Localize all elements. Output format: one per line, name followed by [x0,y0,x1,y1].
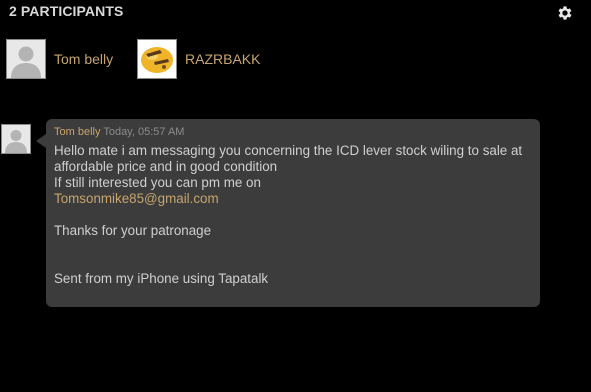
participant-name[interactable]: Tom belly [54,51,113,67]
message-line: Hello mate i am messaging you concerning… [54,143,523,158]
message-line: affordable price and in good condition [54,159,278,174]
user-avatar[interactable] [6,39,46,79]
message-bubble-tail [36,134,46,148]
message-timestamp: Today, 05:57 AM [103,126,185,138]
participant-tom-belly[interactable]: Tom belly [6,38,113,80]
message-signature: Sent from my iPhone using Tapatalk [54,271,269,286]
message-author[interactable]: Tom belly [54,126,100,138]
participant-name[interactable]: RAZRBAKK [185,51,260,67]
message-line: If still interested you can pm me on [54,175,261,190]
email-link[interactable]: Tomsonmike85@gmail.com [54,191,219,206]
participant-razrbakk[interactable]: RAZRBAKK [137,38,260,80]
message-bubble: Tom belly Today, 05:57 AM Hello mate i a… [46,119,540,307]
participants-header: 2 PARTICIPANTS [9,3,124,19]
gear-icon[interactable] [556,4,574,22]
user-avatar[interactable] [137,39,177,79]
message-body: Hello mate i am messaging you concerning… [54,143,532,287]
message-author-avatar[interactable] [1,124,31,154]
message-meta: Tom belly Today, 05:57 AM [54,125,532,141]
message-thanks: Thanks for your patronage [54,223,212,238]
